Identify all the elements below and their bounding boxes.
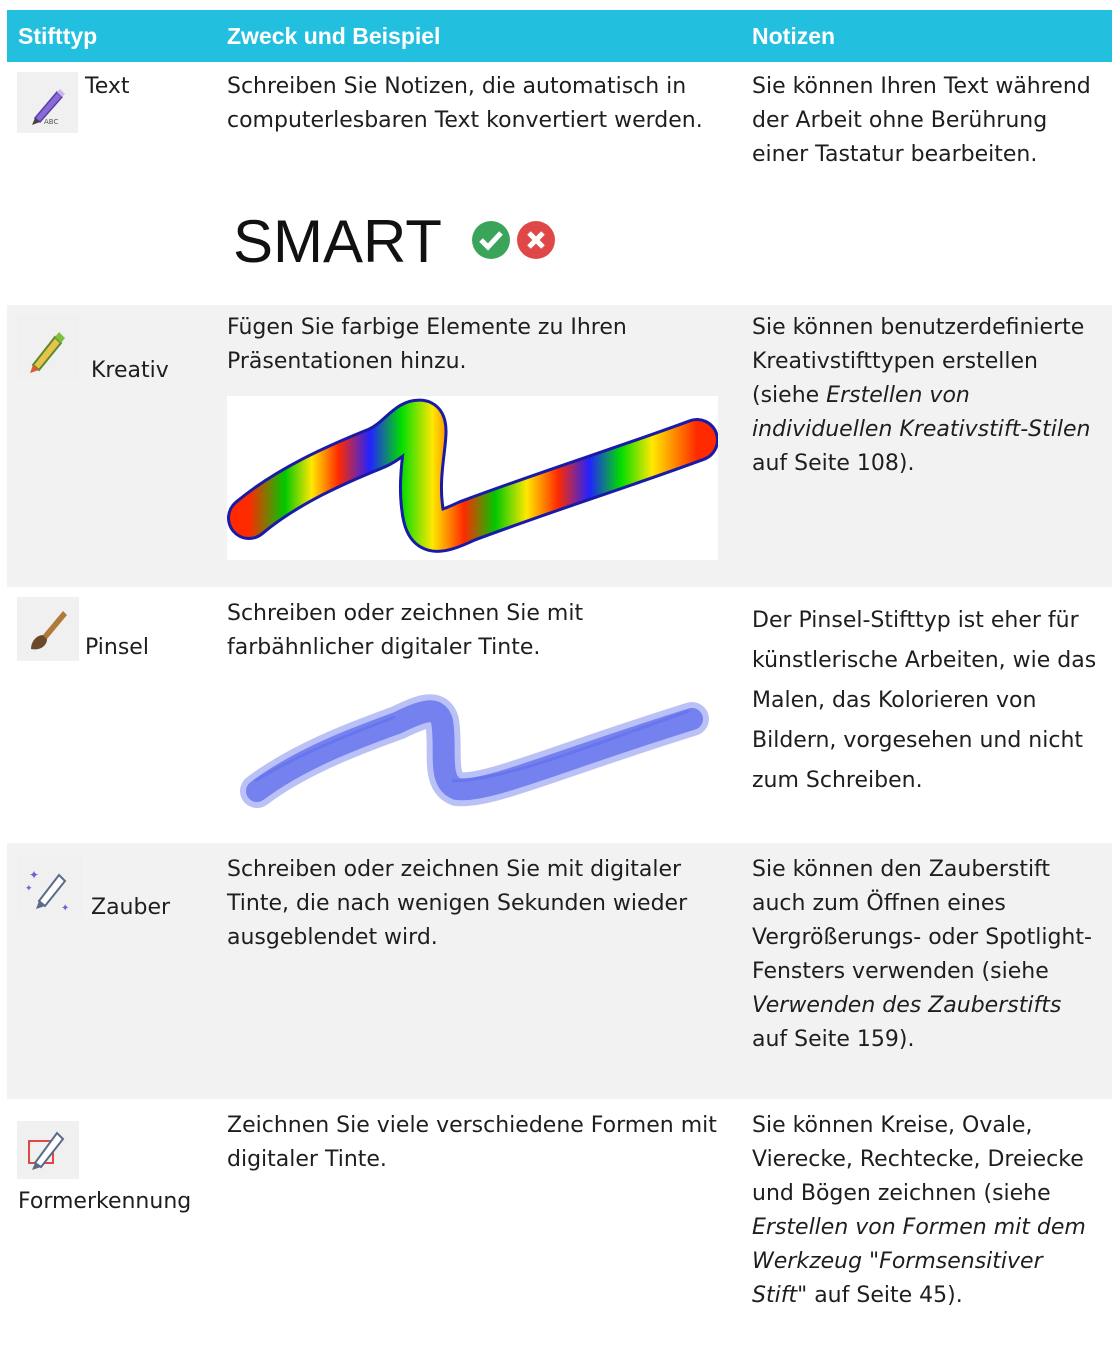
- purpose-text: Schreiben Sie Notizen, die automatisch i…: [227, 74, 703, 133]
- header-zweck: Zweck und Beispiel: [227, 23, 441, 49]
- table-row-formerkennung: Formerkennung Zeichnen Sie viele verschi…: [7, 1099, 1112, 1354]
- notes-pinsel: Der Pinsel-Stifttyp ist eher für künstle…: [752, 608, 1097, 793]
- notes-zauber-part1: Sie können den Zauberstift auch zum Öffn…: [752, 857, 1092, 984]
- pen-types-table: Stifttyp Zweck und Beispiel Notizen ABC …: [7, 10, 1112, 1354]
- header-notizen: Notizen: [752, 23, 836, 49]
- svg-text:ABC: ABC: [44, 118, 58, 126]
- notes-form-part1: Sie können Kreise, Ovale, Vierecke, Rech…: [752, 1113, 1084, 1206]
- notes-text: Sie können Ihren Text während der Arbeit…: [752, 74, 1091, 167]
- notes-kreativ-part3: auf Seite 108).: [752, 451, 915, 476]
- table-row-pinsel: Pinsel Schreiben oder zeichnen Sie mit f…: [7, 587, 1112, 843]
- notes-form-part3: auf Seite 45).: [807, 1283, 963, 1308]
- link-zauberstift[interactable]: Verwenden des Zauberstifts: [752, 993, 1061, 1018]
- pen-name-kreativ: Kreativ: [91, 358, 169, 383]
- smart-example-image: SMART: [227, 190, 572, 282]
- svg-text:✦: ✦: [61, 903, 69, 914]
- purpose-zauber: Schreiben oder zeichnen Sie mit digitale…: [227, 857, 688, 950]
- table-row-zauber: ✦ ✦ ✦ Zauber Schreiben oder zeichnen Sie…: [7, 843, 1112, 1099]
- magic-pen-icon: ✦ ✦ ✦: [17, 855, 83, 919]
- text-pen-icon: ABC: [17, 72, 78, 133]
- notes-zauber: Sie können den Zauberstift auch zum Öffn…: [752, 853, 1102, 1057]
- notes-zauber-part3: auf Seite 159).: [752, 1027, 915, 1052]
- brush-example-image: [227, 681, 712, 824]
- purpose-formerkennung: Zeichnen Sie viele verschiedene Formen m…: [227, 1113, 717, 1172]
- svg-text:✦: ✦: [29, 868, 39, 882]
- shape-recognition-pen-icon: [17, 1121, 79, 1179]
- header-stifttyp: Stifttyp: [18, 23, 98, 49]
- table-row-kreativ: Kreativ Fügen Sie farbige Elemente zu Ih…: [7, 305, 1112, 587]
- creative-pen-icon: [17, 315, 79, 379]
- pen-name-text: Text: [85, 74, 130, 99]
- pen-name-formerkennung: Formerkennung: [18, 1189, 192, 1214]
- creative-example-image: [227, 396, 719, 560]
- pen-name-pinsel: Pinsel: [85, 635, 149, 660]
- smart-word: SMART: [233, 208, 442, 275]
- svg-text:✦: ✦: [25, 884, 33, 894]
- purpose-pinsel: Schreiben oder zeichnen Sie mit farbähnl…: [227, 601, 584, 660]
- pen-name-zauber: Zauber: [91, 895, 171, 920]
- check-icon: [472, 221, 510, 259]
- notes-kreativ: Sie können benutzerdefinierte Kreativsti…: [752, 311, 1102, 481]
- table-row-text: ABC Text Schreiben Sie Notizen, die auto…: [7, 62, 1112, 305]
- brush-icon: [17, 597, 79, 661]
- table-header: Stifttyp Zweck und Beispiel Notizen: [7, 10, 1112, 62]
- purpose-kreativ: Fügen Sie farbige Elemente zu Ihren Präs…: [227, 315, 627, 374]
- notes-formerkennung: Sie können Kreise, Ovale, Vierecke, Rech…: [752, 1109, 1102, 1313]
